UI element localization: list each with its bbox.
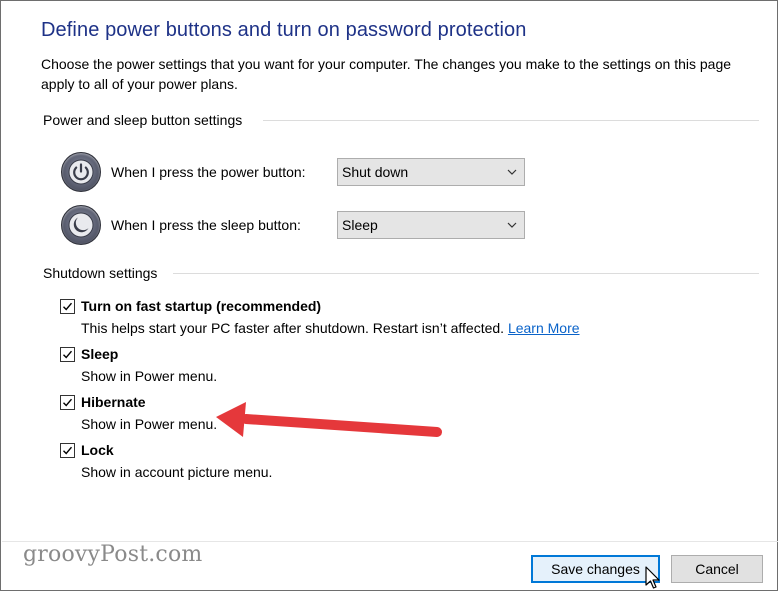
watermark-logo: groovyPost.com: [23, 542, 203, 567]
learn-more-link[interactable]: Learn More: [508, 320, 580, 336]
sleep-checkbox[interactable]: [60, 346, 75, 362]
sleep-button-value: Sleep: [342, 217, 378, 233]
power-sleep-heading: Power and sleep button settings: [43, 112, 243, 128]
power-button-row: When I press the power button: Shut down: [61, 151, 525, 193]
mouse-cursor-icon: [645, 566, 660, 589]
cancel-button[interactable]: Cancel: [671, 555, 763, 583]
group-divider: [173, 273, 759, 274]
group-divider: [263, 120, 759, 121]
power-icon: [61, 152, 101, 192]
hibernate-label: Hibernate: [81, 394, 146, 410]
sleep-label: Sleep: [81, 346, 119, 362]
save-changes-button[interactable]: Save changes: [531, 555, 660, 583]
lock-row: Lock: [60, 442, 114, 458]
sleep-button-select[interactable]: Sleep: [337, 211, 525, 239]
checkmark-icon: [63, 398, 73, 407]
checkmark-icon: [63, 350, 73, 359]
power-button-value: Shut down: [342, 164, 409, 180]
sleep-button-row: When I press the sleep button: Sleep: [61, 204, 525, 246]
power-button-select[interactable]: Shut down: [337, 158, 525, 186]
checkmark-icon: [63, 446, 73, 455]
fast-startup-desc-row: This helps start your PC faster after sh…: [81, 320, 580, 336]
power-button-label: When I press the power button:: [111, 164, 306, 180]
fast-startup-description: This helps start your PC faster after sh…: [81, 320, 508, 336]
sleep-button-label: When I press the sleep button:: [111, 217, 301, 233]
lock-description: Show in account picture menu.: [81, 464, 273, 480]
checkmark-icon: [63, 302, 73, 311]
hibernate-row: Hibernate: [60, 394, 146, 410]
fast-startup-row: Turn on fast startup (recommended): [60, 298, 321, 314]
lock-checkbox[interactable]: [60, 442, 75, 458]
sleep-row: Sleep: [60, 346, 118, 362]
fast-startup-label: Turn on fast startup (recommended): [81, 298, 322, 314]
page-title: Define power buttons and turn on passwor…: [41, 19, 527, 41]
chevron-down-icon: [507, 169, 517, 175]
hibernate-checkbox[interactable]: [60, 394, 75, 410]
fast-startup-checkbox[interactable]: [60, 298, 75, 314]
power-options-window: Define power buttons and turn on passwor…: [0, 0, 778, 591]
shutdown-heading: Shutdown settings: [43, 265, 158, 281]
sleep-description: Show in Power menu.: [81, 368, 218, 384]
page-description: Choose the power settings that you want …: [41, 56, 732, 92]
chevron-down-icon: [507, 222, 517, 228]
hibernate-description: Show in Power menu.: [81, 416, 218, 432]
moon-icon: [61, 205, 101, 245]
lock-label: Lock: [81, 442, 114, 458]
